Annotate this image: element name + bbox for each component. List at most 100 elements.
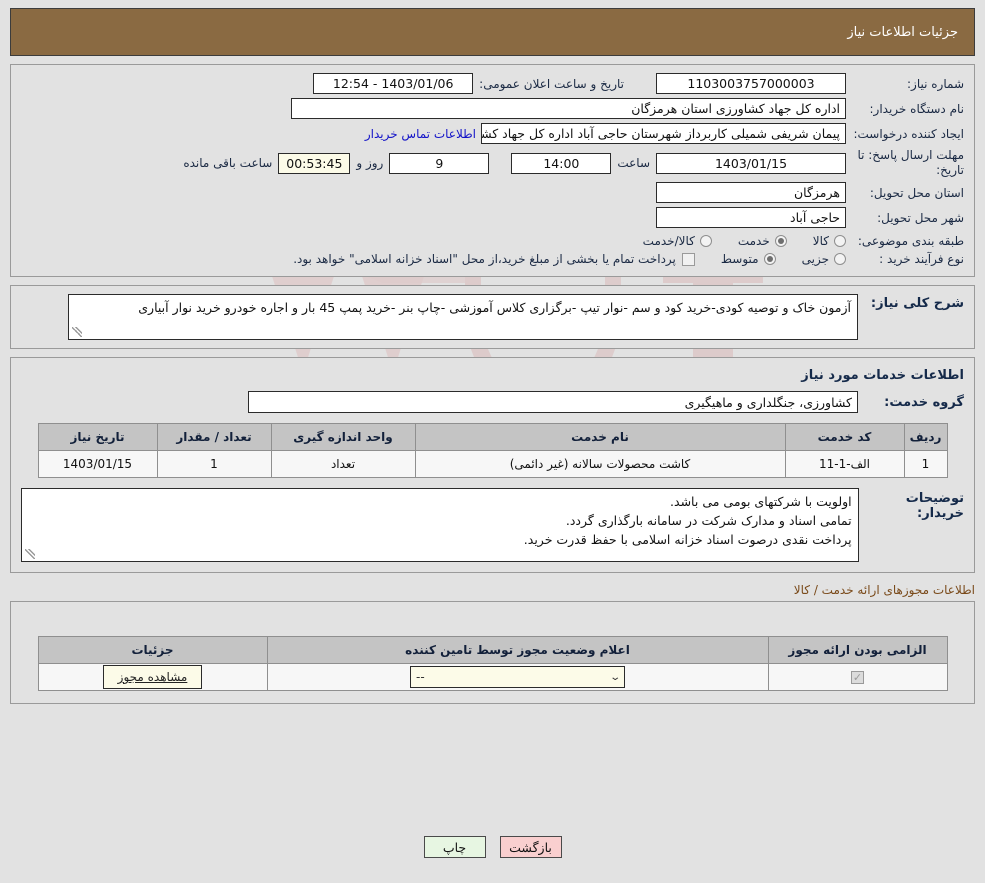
license-detail-cell: مشاهده مجوز	[37, 663, 268, 691]
deadline-countdown-label: ساعت باقی مانده	[183, 156, 273, 170]
province-label: استان محل تحویل:	[869, 185, 964, 200]
services-col-header-3: واحد اندازه گیری	[270, 423, 416, 451]
back-button[interactable]: بازگشت	[499, 836, 562, 858]
category-radio-icon-0[interactable]	[834, 235, 846, 247]
row-creator: ایجاد کننده درخواست: پیمان شریفی شمیلی ک…	[21, 123, 964, 144]
service-group-label: گروه خدمت:	[884, 394, 964, 410]
services-panel: اطلاعات خدمات مورد نیاز گروه خدمت: کشاور…	[10, 357, 975, 573]
deadline-hour-label: ساعت	[617, 156, 650, 170]
print-button[interactable]: چاپ	[423, 836, 486, 858]
deadline-days-label: روز و	[356, 156, 384, 170]
row-need-number: شماره نیاز: 1103003757000003 تاریخ و ساع…	[21, 73, 964, 94]
city-value: حاجی آباد	[656, 207, 846, 228]
category-option-label-2: کالا/خدمت	[642, 234, 695, 248]
table-row: ✓ ⌄ -- مشاهده مجوز	[37, 663, 948, 691]
services-cell-5: 1403/01/15	[37, 450, 158, 478]
category-option-label-1: خدمت	[737, 234, 770, 248]
deadline-label: مهلت ارسال پاسخ: تا تاریخ:	[857, 148, 964, 177]
view-license-button[interactable]: مشاهده مجوز	[102, 665, 203, 689]
buyer-contact-link[interactable]: اطلاعات تماس خریدار	[360, 127, 481, 141]
category-option-label-0: کالا	[812, 234, 829, 248]
services-cell-1: الف-1-11	[784, 450, 905, 478]
row-process: نوع فرآیند خرید : جزیی متوسط پرداخت تمام …	[21, 252, 964, 266]
page-title: جزئیات اطلاعات نیاز	[847, 24, 958, 40]
license-required-cell: ✓	[767, 663, 948, 691]
process-option-label-1: متوسط	[720, 252, 759, 266]
buyer-note-line-0: اولویت با شرکتهای بومی می باشد.	[670, 494, 852, 509]
process-option-0[interactable]: جزیی	[802, 252, 846, 266]
treasury-text: پرداخت تمام یا بخشی از مبلغ خرید،از محل …	[293, 252, 676, 266]
category-option-2[interactable]: کالا/خدمت	[643, 234, 712, 248]
table-row: 1 الف-1-11 کاشت محصولات سالانه (غیر دائمی)…	[37, 450, 948, 478]
buyer-notes-label: توضیحات خریدار:	[905, 491, 964, 521]
page-header: جزئیات اطلاعات نیاز	[10, 8, 975, 56]
licenses-col-header-0: الزامی بودن ارائه مجوز	[767, 636, 948, 664]
city-label: شهر محل تحویل:	[877, 210, 964, 225]
need-description-label: شرح کلی نیاز:	[870, 296, 964, 311]
buyer-org-label: نام دستگاه خریدار:	[869, 101, 965, 116]
category-option-1[interactable]: خدمت	[738, 234, 787, 248]
licenses-table: الزامی بودن ارائه مجوز اعلام وضعیت مجوز ت…	[37, 636, 948, 691]
category-label: طبقه بندی موضوعی:	[857, 234, 964, 248]
process-radio-icon-1[interactable]	[763, 253, 776, 265]
process-radio-icon-0[interactable]	[834, 253, 846, 265]
need-summary-panel: شماره نیاز: 1103003757000003 تاریخ و ساع…	[10, 64, 975, 277]
services-table: ردیف کد خدمت نام خدمت واحد اندازه گیری تعداد…	[37, 423, 948, 478]
deadline-hour-value: 14:00	[511, 152, 612, 174]
buyer-notes-textarea[interactable]: اولویت با شرکتهای بومی می باشد. تمامی اسن…	[21, 488, 859, 562]
deadline-days-value: 9	[389, 152, 490, 174]
category-radio-icon-2[interactable]	[699, 235, 712, 247]
process-radio-group[interactable]: جزیی متوسط	[695, 252, 846, 266]
footer-actions: بازگشت چاپ	[0, 836, 985, 858]
service-group-value: کشاورزی، جنگلداری و ماهیگیری	[248, 391, 858, 413]
deadline-date-value: 1403/01/15	[656, 152, 846, 174]
process-option-label-0: جزیی	[801, 252, 829, 266]
services-col-header-0: ردیف	[903, 423, 948, 451]
services-cell-3: تعداد	[270, 450, 416, 478]
deadline-countdown: 00:53:45	[278, 152, 351, 174]
row-buyer-notes: توضیحات خریدار: اولویت با شرکتهای بومی م…	[21, 488, 964, 562]
services-heading: اطلاعات خدمات مورد نیاز	[801, 368, 964, 383]
row-buyer-org: نام دستگاه خریدار: اداره کل جهاد کشاورزی…	[21, 98, 964, 119]
category-radio-group[interactable]: کالا خدمت کالا/خدمت	[617, 234, 846, 248]
process-label: نوع فرآیند خرید :	[879, 252, 964, 266]
row-province: استان محل تحویل: هرمزگان	[21, 182, 964, 203]
category-option-0[interactable]: کالا	[813, 234, 846, 248]
row-category: طبقه بندی موضوعی: کالا خدمت کالا/خدمت	[21, 234, 964, 248]
chevron-down-icon: ⌄	[608, 671, 621, 683]
services-col-header-2: نام خدمت	[414, 423, 786, 451]
public-announce-label: تاریخ و ساعت اعلان عمومی:	[479, 76, 624, 91]
buyer-org-value: اداره کل جهاد کشاورزی استان هرمزگان	[291, 98, 846, 119]
process-option-1[interactable]: متوسط	[721, 252, 776, 266]
creator-label: ایجاد کننده درخواست:	[853, 126, 964, 141]
services-col-header-1: کد خدمت	[784, 423, 905, 451]
row-deadline: مهلت ارسال پاسخ: تا تاریخ: 1403/01/15 سا…	[21, 148, 964, 178]
public-announce-value: 1403/01/06 - 12:54	[313, 73, 474, 94]
treasury-checkbox[interactable]	[681, 252, 695, 266]
licenses-table-header-row: الزامی بودن ارائه مجوز اعلام وضعیت مجوز ت…	[37, 636, 948, 664]
licenses-col-header-1: اعلام وضعیت مجوز توسط تامین کننده	[266, 636, 769, 664]
row-need-description: شرح کلی نیاز: آزمون خاک و توصیه کودی-خری…	[21, 294, 964, 340]
buyer-note-line-2: پرداخت نقدی درصوت اسناد خزانه اسلامی با …	[523, 532, 852, 547]
need-number-value: 1103003757000003	[656, 73, 846, 94]
need-description-panel: شرح کلی نیاز: آزمون خاک و توصیه کودی-خری…	[10, 285, 975, 349]
licenses-col-header-2: جزئیات	[37, 636, 268, 664]
services-cell-2: کاشت محصولات سالانه (غیر دائمی)	[414, 450, 786, 478]
creator-value: پیمان شریفی شمیلی کاربرداز شهرستان حاجی …	[481, 123, 846, 144]
need-description-textarea[interactable]: آزمون خاک و توصیه کودی-خرید کود و سم -نو…	[68, 294, 858, 340]
need-number-label: شماره نیاز:	[907, 76, 964, 91]
services-table-header-row: ردیف کد خدمت نام خدمت واحد اندازه گیری تعداد…	[37, 423, 948, 451]
category-radio-icon-1[interactable]	[774, 235, 787, 247]
province-value: هرمزگان	[656, 182, 846, 203]
services-cell-0: 1	[903, 450, 948, 478]
row-service-group: گروه خدمت: کشاورزی، جنگلداری و ماهیگیری	[21, 391, 964, 413]
license-status-value: --	[416, 670, 425, 684]
license-required-checkbox: ✓	[851, 671, 864, 684]
view-license-button-label: مشاهده مجوز	[117, 670, 188, 684]
license-status-cell: ⌄ --	[266, 663, 769, 691]
row-city: شهر محل تحویل: حاجی آباد	[21, 207, 964, 228]
services-cell-4: 1	[156, 450, 272, 478]
buyer-note-line-1: تمامی اسناد و مدارک شرکت در سامانه بارگذ…	[565, 513, 852, 528]
services-col-header-4: تعداد / مقدار	[156, 423, 272, 451]
license-status-select[interactable]: ⌄ --	[410, 666, 625, 688]
